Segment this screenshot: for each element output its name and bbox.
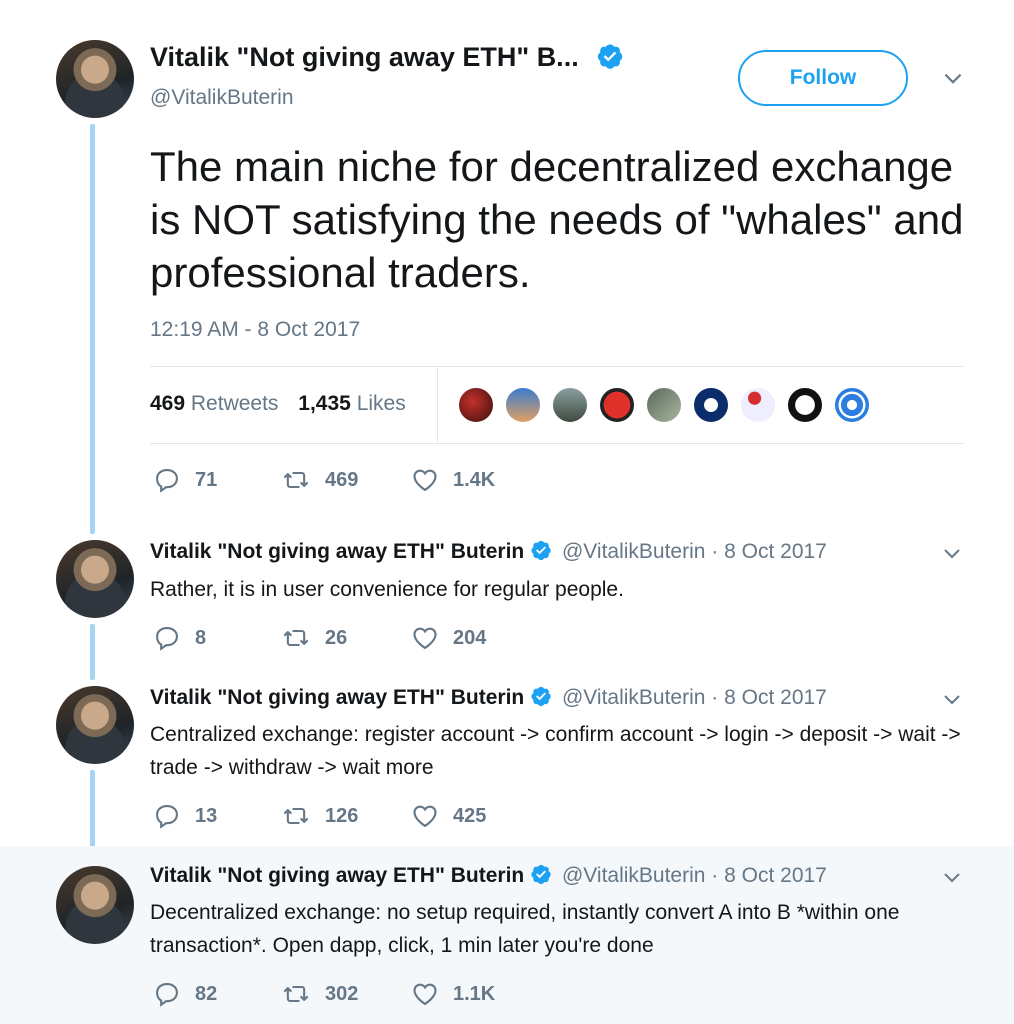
- reply-count: 82: [195, 982, 218, 1005]
- chevron-down-icon[interactable]: [940, 66, 966, 92]
- like-button[interactable]: 425: [411, 802, 486, 830]
- reply-icon: [153, 466, 181, 494]
- divider: [150, 443, 964, 444]
- retweet-button[interactable]: 26: [281, 624, 411, 652]
- chevron-down-icon[interactable]: [940, 688, 964, 712]
- avatar[interactable]: [56, 540, 134, 618]
- reply-count: 71: [195, 468, 218, 491]
- reply-button[interactable]: 82: [153, 980, 281, 1008]
- reply-button[interactable]: 8: [153, 624, 281, 652]
- tweet-text: The main niche for decentralized exchang…: [150, 143, 964, 296]
- reply-button[interactable]: 71: [153, 466, 281, 494]
- retweet-count: 126: [325, 804, 359, 827]
- retweet-count: 469: [325, 468, 359, 491]
- liker-avatar[interactable]: [692, 386, 730, 424]
- liker-avatar[interactable]: [504, 386, 542, 424]
- verified-badge-icon: [530, 685, 552, 707]
- retweets-stat[interactable]: 469 Retweets: [150, 392, 284, 415]
- verified-badge-icon: [596, 42, 624, 70]
- liker-avatar[interactable]: [786, 386, 824, 424]
- author-handle[interactable]: @VitalikButerin: [562, 686, 706, 709]
- heart-icon: [411, 624, 439, 652]
- reply-icon: [153, 624, 181, 652]
- follow-label: Follow: [789, 66, 857, 89]
- tweet-text: Decentralized exchange: no setup require…: [150, 901, 900, 957]
- chevron-down-icon[interactable]: [940, 866, 964, 890]
- tweet-header: Vitalik "Not giving away ETH" Buterin @V…: [150, 864, 827, 888]
- liker-avatar[interactable]: [739, 386, 777, 424]
- tweet-actions: 8 26 204: [153, 624, 486, 652]
- retweet-icon: [281, 802, 311, 830]
- thread-line: [90, 124, 95, 534]
- reply-icon: [153, 802, 181, 830]
- display-name[interactable]: Vitalik "Not giving away ETH" B...: [150, 42, 579, 72]
- tweet-actions: 13 126 425: [153, 802, 486, 830]
- like-count: 1.4K: [453, 468, 496, 491]
- heart-icon: [411, 802, 439, 830]
- like-button[interactable]: 1.4K: [411, 466, 495, 494]
- reply-count: 13: [195, 804, 218, 827]
- divider: [150, 366, 964, 367]
- retweet-icon: [281, 624, 311, 652]
- likes-stat[interactable]: 1,435 Likes: [298, 392, 405, 415]
- likes-count: 1,435: [298, 392, 351, 415]
- reply-count: 8: [195, 626, 207, 649]
- tweet-actions: 71 469 1.4K: [153, 466, 495, 494]
- tweet-text: Rather, it is in user convenience for re…: [150, 578, 624, 601]
- display-name[interactable]: Vitalik "Not giving away ETH" Buterin: [150, 540, 524, 563]
- retweet-button[interactable]: 469: [281, 466, 411, 494]
- like-button[interactable]: 204: [411, 624, 486, 652]
- author-handle[interactable]: @VitalikButerin: [150, 86, 294, 110]
- liker-avatar[interactable]: [598, 386, 636, 424]
- heart-icon: [411, 980, 439, 1008]
- avatar[interactable]: [56, 686, 134, 764]
- engagement-stats: 469 Retweets 1,435 Likes: [150, 392, 406, 416]
- likes-label: Likes: [356, 392, 406, 415]
- retweet-icon: [281, 466, 311, 494]
- liker-avatar[interactable]: [833, 386, 871, 424]
- tweet-actions: 82 302 1.1K: [153, 980, 495, 1008]
- retweet-icon: [281, 980, 311, 1008]
- stats-divider: [437, 368, 438, 442]
- retweet-button[interactable]: 302: [281, 980, 411, 1008]
- reply-tweet-highlighted[interactable]: Vitalik "Not giving away ETH" Buterin @V…: [0, 846, 1014, 1024]
- tweet-date[interactable]: · 8 Oct 2017: [711, 540, 827, 563]
- like-count: 425: [453, 804, 487, 827]
- like-count: 1.1K: [453, 982, 496, 1005]
- display-name[interactable]: Vitalik "Not giving away ETH" Buterin: [150, 686, 524, 709]
- avatar[interactable]: [56, 866, 134, 944]
- author-name[interactable]: Vitalik "Not giving away ETH" B...: [150, 42, 624, 73]
- verified-badge-icon: [530, 539, 552, 561]
- tweet-date[interactable]: · 8 Oct 2017: [711, 864, 827, 887]
- avatar[interactable]: [56, 40, 134, 118]
- liker-avatar[interactable]: [645, 386, 683, 424]
- author-handle[interactable]: @VitalikButerin: [562, 864, 706, 887]
- heart-icon: [411, 466, 439, 494]
- tweet-header: Vitalik "Not giving away ETH" Buterin @V…: [150, 686, 827, 710]
- verified-badge-icon: [530, 863, 552, 885]
- retweet-count: 302: [325, 982, 359, 1005]
- author-handle[interactable]: @VitalikButerin: [562, 540, 706, 563]
- tweet-header: Vitalik "Not giving away ETH" Buterin @V…: [150, 540, 827, 564]
- tweet-text: Centralized exchange: register account -…: [150, 723, 961, 779]
- retweet-button[interactable]: 126: [281, 802, 411, 830]
- retweet-count: 26: [325, 626, 348, 649]
- like-count: 204: [453, 626, 487, 649]
- display-name[interactable]: Vitalik "Not giving away ETH" Buterin: [150, 864, 524, 887]
- chevron-down-icon[interactable]: [940, 542, 964, 566]
- like-button[interactable]: 1.1K: [411, 980, 495, 1008]
- liker-avatar[interactable]: [457, 386, 495, 424]
- retweets-count: 469: [150, 392, 186, 415]
- reply-button[interactable]: 13: [153, 802, 281, 830]
- tweet-timestamp[interactable]: 12:19 AM - 8 Oct 2017: [150, 318, 360, 342]
- tweet-date[interactable]: · 8 Oct 2017: [711, 686, 827, 709]
- retweets-label: Retweets: [190, 392, 279, 415]
- thread-line: [90, 624, 95, 680]
- reply-icon: [153, 980, 181, 1008]
- liker-avatar[interactable]: [551, 386, 589, 424]
- follow-button[interactable]: Follow: [738, 50, 908, 106]
